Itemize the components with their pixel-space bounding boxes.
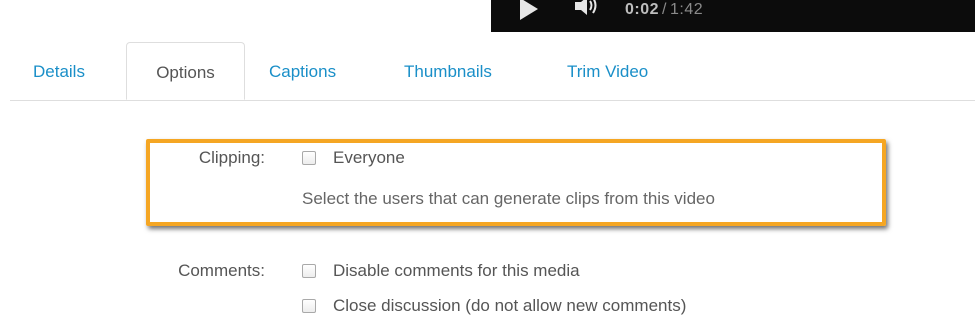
comments-label: Comments: xyxy=(178,261,265,280)
clipping-label: Clipping: xyxy=(198,148,265,167)
close-discussion-checkbox[interactable] xyxy=(302,299,316,313)
disable-comments-label[interactable]: Disable comments for this media xyxy=(333,261,580,281)
disable-comments-checkbox[interactable] xyxy=(302,264,316,278)
media-tabs: Details Options Captions Thumbnails Trim… xyxy=(10,42,975,101)
time-display: 0:02/1:42 xyxy=(625,1,703,19)
tab-options[interactable]: Options xyxy=(126,42,245,100)
clipping-everyone-checkbox[interactable] xyxy=(302,151,316,165)
close-discussion-label[interactable]: Close discussion (do not allow new comme… xyxy=(333,296,686,316)
video-player-controls: 0:02/1:42 xyxy=(491,0,975,32)
current-time: 0:02 xyxy=(625,1,660,18)
play-icon[interactable] xyxy=(520,0,538,20)
tab-captions[interactable]: Captions xyxy=(269,42,336,100)
tab-thumbnails[interactable]: Thumbnails xyxy=(404,42,492,100)
volume-icon[interactable] xyxy=(575,0,597,18)
time-separator: / xyxy=(662,1,667,18)
tab-trim-video[interactable]: Trim Video xyxy=(567,42,648,100)
clipping-help-text: Select the users that can generate clips… xyxy=(302,189,715,208)
clipping-everyone-label[interactable]: Everyone xyxy=(333,148,405,168)
tab-details[interactable]: Details xyxy=(33,42,85,100)
total-time: 1:42 xyxy=(669,1,704,18)
